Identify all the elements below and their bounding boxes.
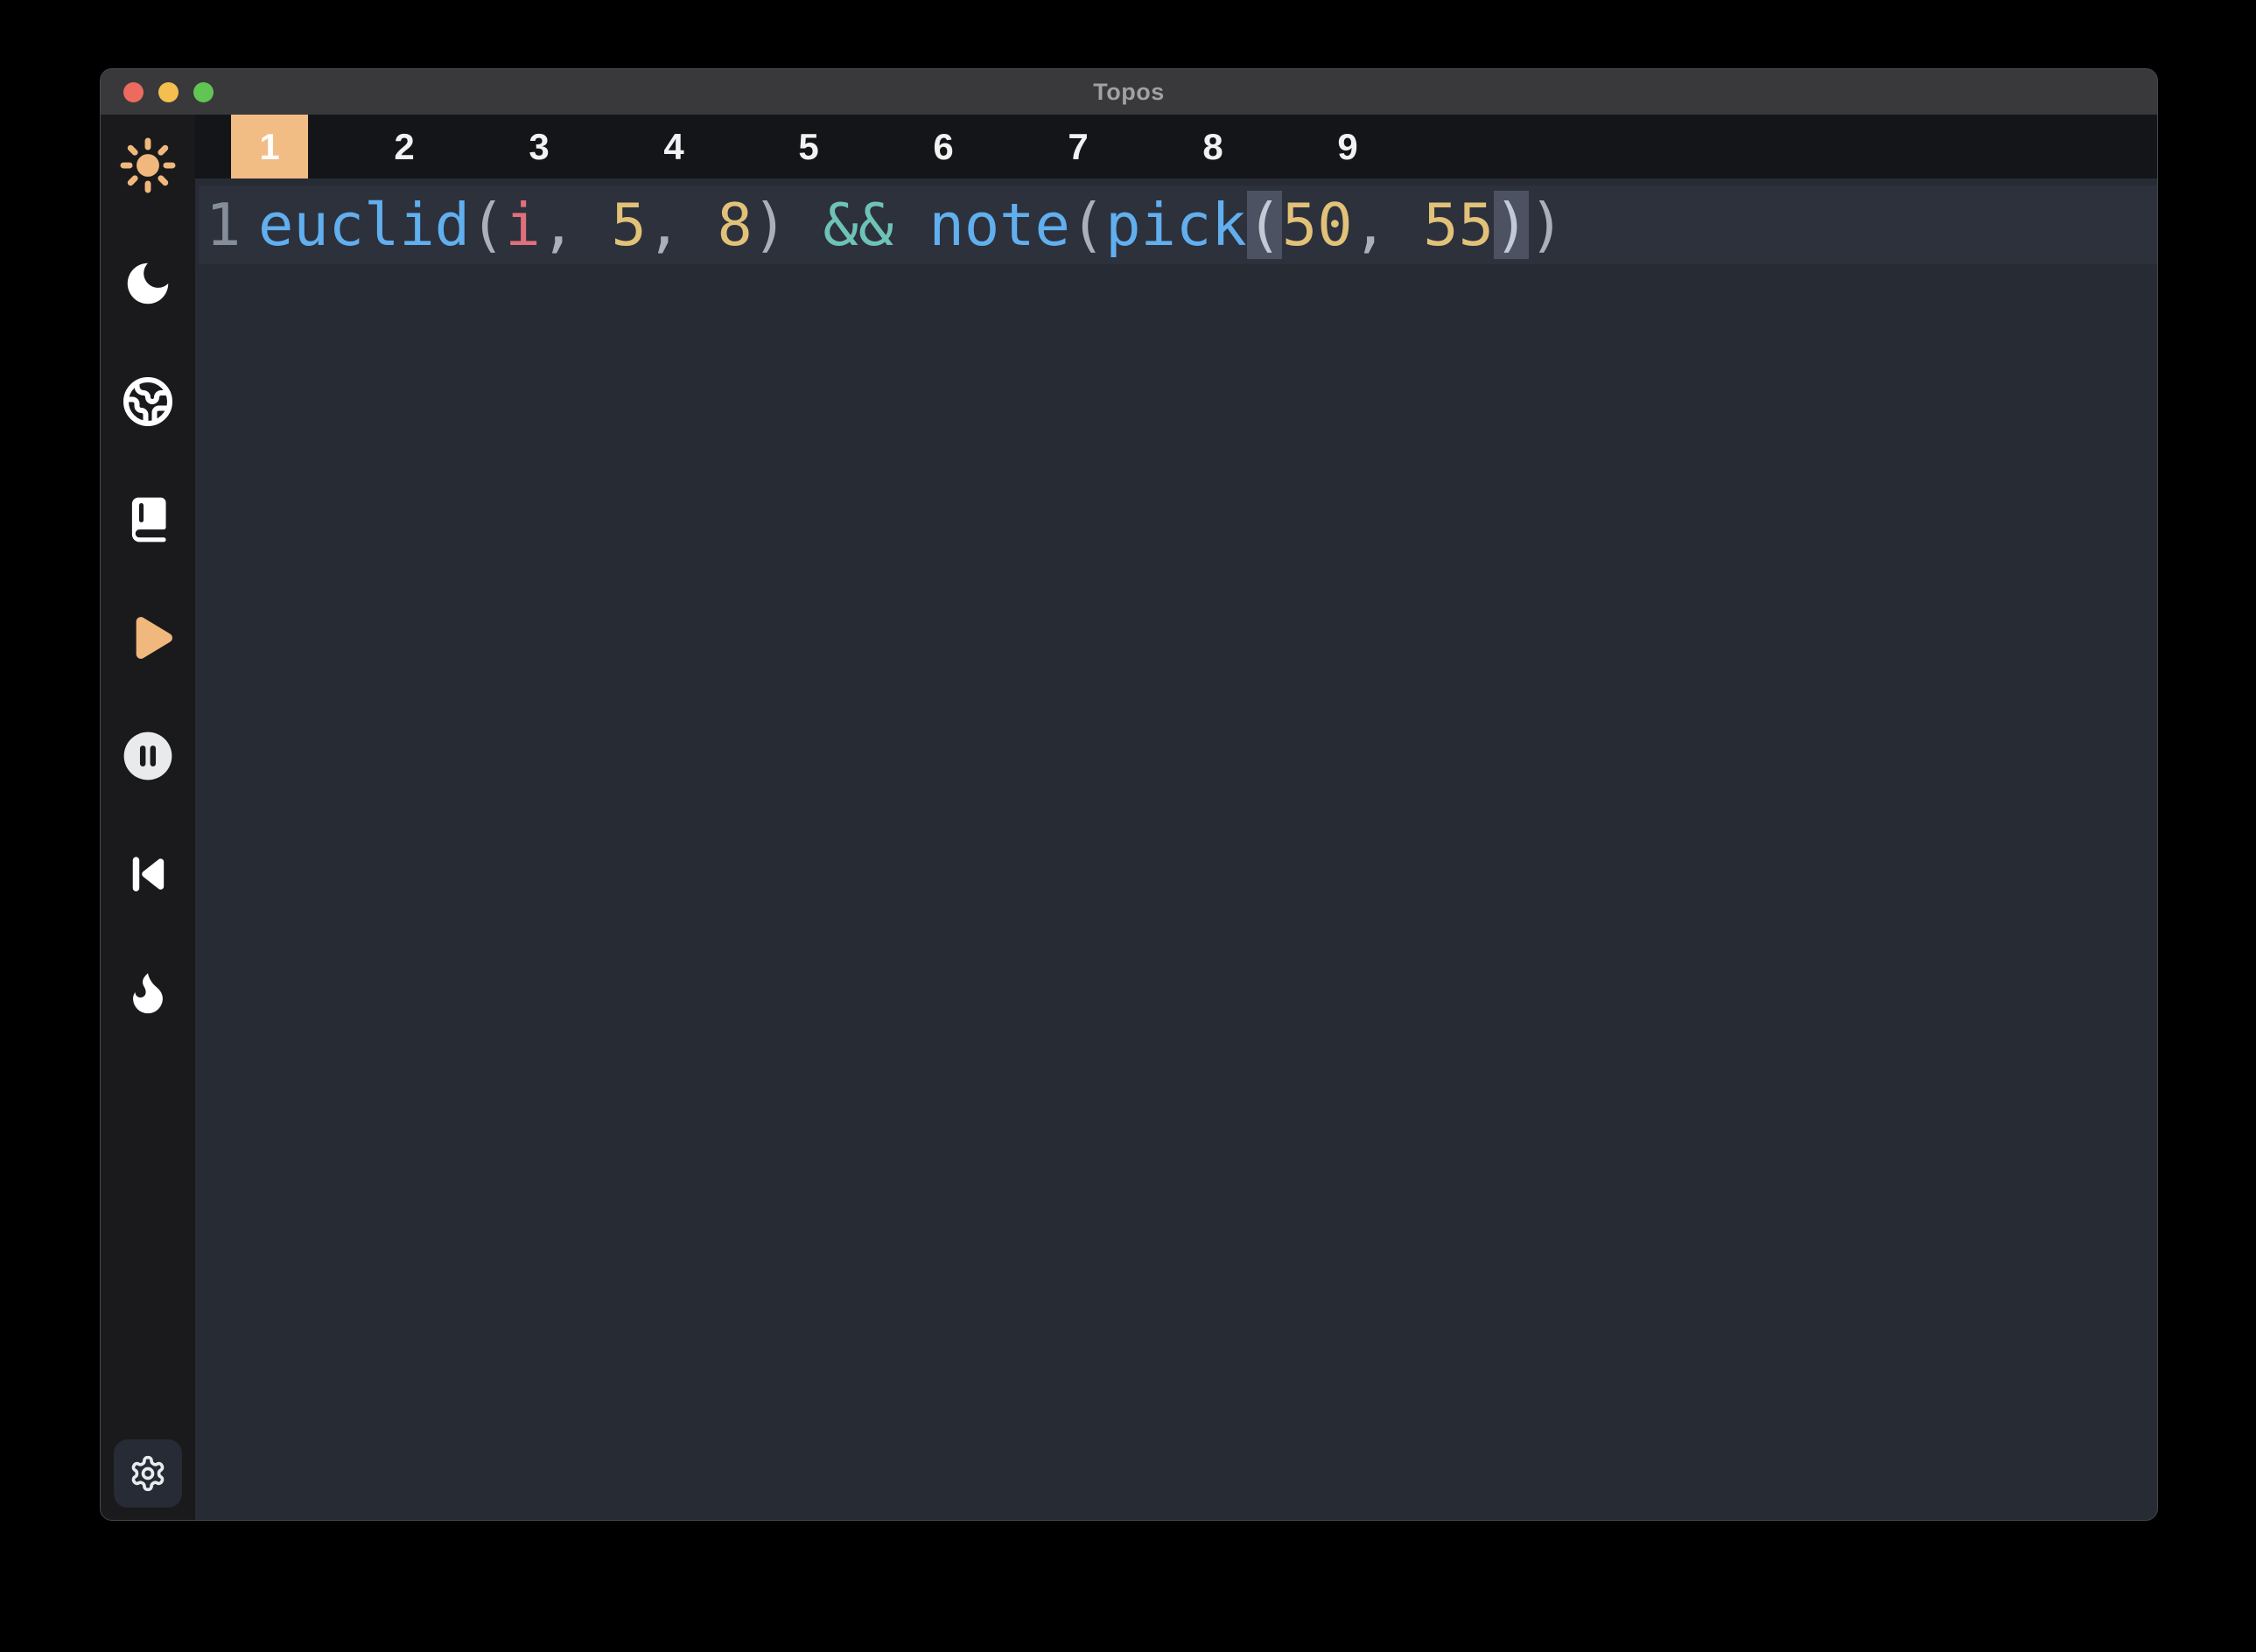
code-token: , xyxy=(1353,191,1424,259)
tab-label: 5 xyxy=(770,115,847,178)
settings-button[interactable] xyxy=(114,1439,182,1508)
sun-icon xyxy=(119,136,177,194)
bracket-match-token: ) xyxy=(1494,191,1529,259)
code-token: ( xyxy=(1070,191,1105,259)
globe-icon xyxy=(122,375,174,428)
code-token: i xyxy=(505,191,540,259)
bracket-match-token: ( xyxy=(1247,191,1282,259)
code-token: 8 xyxy=(717,191,752,259)
tab-9[interactable]: 9 xyxy=(1280,115,1415,178)
tab-label: 2 xyxy=(366,115,443,178)
code-token: euclid xyxy=(258,191,470,259)
tab-label: 7 xyxy=(1040,115,1117,178)
tab-label: 4 xyxy=(635,115,712,178)
code-token: , xyxy=(541,191,612,259)
play-icon xyxy=(120,610,176,666)
close-button[interactable] xyxy=(123,82,144,102)
code-token xyxy=(893,191,928,259)
tab-7[interactable]: 7 xyxy=(1011,115,1146,178)
code-token: 55 xyxy=(1423,191,1494,259)
title-bar[interactable]: Topos xyxy=(101,69,2157,115)
tab-3[interactable]: 3 xyxy=(472,115,606,178)
code-token: note xyxy=(929,191,1070,259)
topos-window: Topos 1234 xyxy=(100,68,2158,1521)
tab-5[interactable]: 5 xyxy=(741,115,876,178)
tab-label: 3 xyxy=(501,115,578,178)
tab-8[interactable]: 8 xyxy=(1146,115,1280,178)
sidebar-button-sun[interactable] xyxy=(119,136,177,194)
traffic-lights xyxy=(123,69,214,115)
window-body: 123456789 1 euclid(i, 5, 8) && note(pick… xyxy=(101,115,2157,1520)
sidebar-button-flame[interactable] xyxy=(119,963,177,1021)
line-number: 1 xyxy=(206,186,241,264)
code-token: 5 xyxy=(611,191,646,259)
tab-label: 1 xyxy=(231,115,308,178)
code-token: && xyxy=(823,191,893,259)
active-code-line[interactable]: 1 euclid(i, 5, 8) && note(pick(50, 55)) xyxy=(199,186,2157,264)
code-editor[interactable]: 1 euclid(i, 5, 8) && note(pick(50, 55)) xyxy=(195,178,2157,1520)
sidebar-button-pause[interactable] xyxy=(119,727,177,785)
sidebar-button-book[interactable] xyxy=(119,491,177,549)
code-token: ) xyxy=(753,191,823,259)
pause-icon xyxy=(121,729,175,783)
tab-4[interactable]: 4 xyxy=(606,115,741,178)
code-token: pick xyxy=(1105,191,1246,259)
tab-6[interactable]: 6 xyxy=(876,115,1011,178)
code-token: ( xyxy=(470,191,505,259)
tab-label: 8 xyxy=(1174,115,1251,178)
tab-label: 9 xyxy=(1309,115,1386,178)
moon-icon xyxy=(121,256,175,311)
main-area: 123456789 1 euclid(i, 5, 8) && note(pick… xyxy=(195,115,2157,1520)
sidebar-button-skip-back[interactable] xyxy=(119,845,177,903)
flame-icon xyxy=(123,967,173,1018)
book-icon xyxy=(123,494,173,545)
tab-2[interactable]: 2 xyxy=(337,115,472,178)
tab-1[interactable]: 1 xyxy=(202,115,337,178)
sidebar-button-play[interactable] xyxy=(119,609,177,667)
tab-bar: 123456789 xyxy=(195,115,2157,178)
zoom-button[interactable] xyxy=(193,82,214,102)
sidebar-button-globe[interactable] xyxy=(119,373,177,430)
minimize-button[interactable] xyxy=(158,82,179,102)
window-title: Topos xyxy=(1093,79,1164,106)
gear-icon xyxy=(129,1454,167,1493)
code-content: euclid(i, 5, 8) && note(pick(50, 55)) xyxy=(258,186,1565,264)
tab-label: 6 xyxy=(905,115,982,178)
code-token: 50 xyxy=(1282,191,1353,259)
sidebar-button-moon[interactable] xyxy=(119,255,177,312)
code-token: , xyxy=(647,191,718,259)
sidebar xyxy=(101,115,195,1520)
code-token: ) xyxy=(1529,191,1564,259)
skip-back-icon xyxy=(123,850,172,899)
